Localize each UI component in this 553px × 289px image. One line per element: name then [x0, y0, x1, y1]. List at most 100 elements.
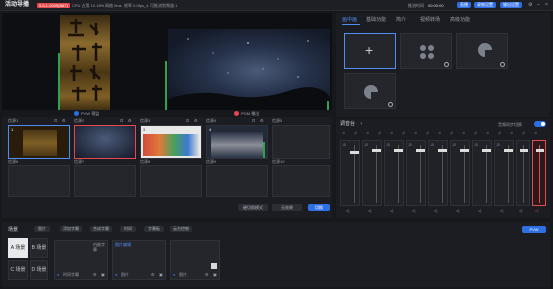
gear-icon[interactable]: ⚙ [205, 272, 209, 277]
tab-basic[interactable]: 基础功能 [366, 17, 386, 23]
pip-add-layout[interactable]: + [344, 33, 396, 69]
fader-knob[interactable] [416, 149, 425, 152]
source-tile-10[interactable] [272, 165, 330, 197]
fader-knob[interactable] [372, 149, 381, 152]
headphone-icon[interactable]: ♫ [462, 130, 465, 135]
headphone-icon[interactable]: ♫ [366, 130, 369, 135]
caption-board-action[interactable]: 字幕板 [144, 226, 164, 232]
source-tile-2[interactable]: 2 [74, 125, 136, 159]
speaker-icon[interactable]: ◁ [500, 208, 503, 213]
source-tile-9[interactable] [206, 165, 268, 197]
scene-item-image-2[interactable]: ● 图片 ⚙ ▣ [170, 240, 220, 280]
fader-knob[interactable] [438, 149, 447, 152]
scene-item-image-1[interactable]: 图片编辑 ● 图片 ⚙ ▣ [112, 240, 166, 280]
lock-icon[interactable]: ⊡ [120, 118, 123, 123]
output-settings-button[interactable]: 输出设置 [500, 2, 522, 8]
headphone-icon[interactable]: ♫ [402, 130, 405, 135]
delete-icon[interactable]: ▣ [159, 272, 163, 277]
close-icon[interactable]: × [545, 2, 548, 8]
speaker-icon[interactable]: ◁ [390, 208, 393, 213]
cut-button[interactable]: 切换 [308, 204, 330, 211]
pip-layout-corner[interactable] [456, 33, 508, 69]
master-speaker-icon[interactable]: ◁ [535, 208, 538, 213]
tab-transition[interactable]: 视频转场 [420, 17, 440, 23]
headphone-icon[interactable]: ♫ [498, 130, 501, 135]
headphone-icon[interactable]: ♫ [426, 130, 429, 135]
headphone-icon[interactable]: ♫ [522, 130, 525, 135]
scene-c[interactable]: C 场景 [8, 260, 28, 280]
source-tile-6[interactable] [8, 165, 70, 197]
record-settings-button[interactable]: 录制设置 [474, 2, 496, 8]
speaker-icon[interactable]: ◁ [434, 208, 437, 213]
source-tile-3[interactable]: 3 [140, 125, 202, 159]
speaker-icon[interactable]: ◁ [519, 208, 522, 213]
config-icon[interactable] [388, 102, 393, 107]
add-caption-action[interactable]: 添加字幕 [60, 226, 82, 232]
headphone-icon[interactable]: ♫ [342, 130, 345, 135]
headphone-icon[interactable]: ♫ [354, 130, 357, 135]
fader-knob[interactable] [394, 149, 403, 152]
scene-a[interactable]: A 场景 [8, 238, 28, 258]
source-tile-5[interactable] [272, 125, 330, 159]
fader-knob[interactable] [504, 149, 513, 152]
speaker-icon[interactable]: ◁ [368, 208, 371, 213]
time-action[interactable]: 时间 [120, 226, 136, 232]
minimize-icon[interactable]: – [537, 2, 540, 8]
scene-d[interactable]: D 场景 [30, 260, 48, 280]
gear-icon[interactable]: ⚙ [62, 118, 66, 123]
pvw-button[interactable]: PVW [522, 226, 546, 233]
speaker-icon[interactable]: ◁ [478, 208, 481, 213]
speaker-icon[interactable]: ◁ [456, 208, 459, 213]
gear-icon[interactable]: ⚙ [151, 272, 155, 277]
headphone-icon[interactable]: ♫ [378, 130, 381, 135]
speaker-icon[interactable]: ◁ [412, 208, 415, 213]
live-button[interactable]: 直播 [457, 2, 471, 8]
gear-icon[interactable]: ⚙ [128, 118, 132, 123]
delete-icon[interactable]: ▣ [213, 272, 217, 277]
source-tile-1[interactable]: 1 [8, 125, 70, 159]
ptz-control-action[interactable]: 云台控制 [170, 226, 192, 232]
headphone-icon[interactable]: ♫ [450, 130, 453, 135]
transition-mode-select[interactable]: 硬切换模式 [238, 204, 268, 211]
headphone-icon[interactable]: ♫ [390, 130, 393, 135]
headphone-icon[interactable]: ♫ [510, 130, 513, 135]
headphone-icon[interactable]: ♫ [474, 130, 477, 135]
lock-icon[interactable]: ⊡ [54, 118, 57, 123]
config-icon[interactable] [444, 62, 449, 67]
headphone-icon[interactable]: ♫ [414, 130, 417, 135]
effect-select[interactable]: 无效果 [272, 204, 302, 211]
headphone-icon[interactable]: ♫ [534, 130, 537, 135]
compose-caption-action[interactable]: 合成字幕 [90, 226, 112, 232]
master-fader-knob[interactable] [536, 149, 544, 152]
audio-sync-toggle[interactable] [534, 121, 546, 127]
scene-item-time-caption[interactable]: 内嵌字幕 ● 时间字幕 ⚙ ▣ [54, 240, 108, 280]
tab-advanced[interactable]: 高级功能 [450, 17, 470, 23]
pip-layout-single[interactable] [344, 73, 396, 109]
settings-icon[interactable]: ⚙ [528, 2, 532, 8]
speaker-icon[interactable]: ◁ [346, 208, 349, 213]
source-tile-8[interactable] [140, 165, 202, 197]
source-audio-meter [263, 142, 265, 158]
image-action[interactable]: 图片 [34, 226, 50, 232]
preview-panel [2, 13, 332, 117]
tab-intro[interactable]: 简介 [396, 17, 406, 23]
tab-pip[interactable]: 画中画 [342, 17, 357, 23]
scene-b[interactable]: B 场景 [30, 238, 48, 258]
gear-icon[interactable]: ⚙ [194, 118, 198, 123]
gear-icon[interactable]: ⚙ [93, 272, 97, 277]
fader-knob[interactable] [460, 149, 469, 152]
lock-icon[interactable]: ⊡ [252, 118, 255, 123]
fader-knob[interactable] [520, 149, 528, 152]
lock-icon[interactable]: ⊡ [186, 118, 189, 123]
fader-knob[interactable] [482, 149, 491, 152]
gear-icon[interactable]: ⚙ [260, 118, 264, 123]
help-icon[interactable]: ? [360, 121, 362, 126]
source-tile-7[interactable] [74, 165, 136, 197]
headphone-icon[interactable]: ♫ [486, 130, 489, 135]
config-icon[interactable] [500, 62, 505, 67]
delete-icon[interactable]: ▣ [101, 272, 105, 277]
fader-knob[interactable] [350, 151, 359, 154]
source-tile-4[interactable]: 4 [206, 125, 268, 159]
headphone-icon[interactable]: ♫ [438, 130, 441, 135]
pip-layout-grid[interactable] [400, 33, 452, 69]
